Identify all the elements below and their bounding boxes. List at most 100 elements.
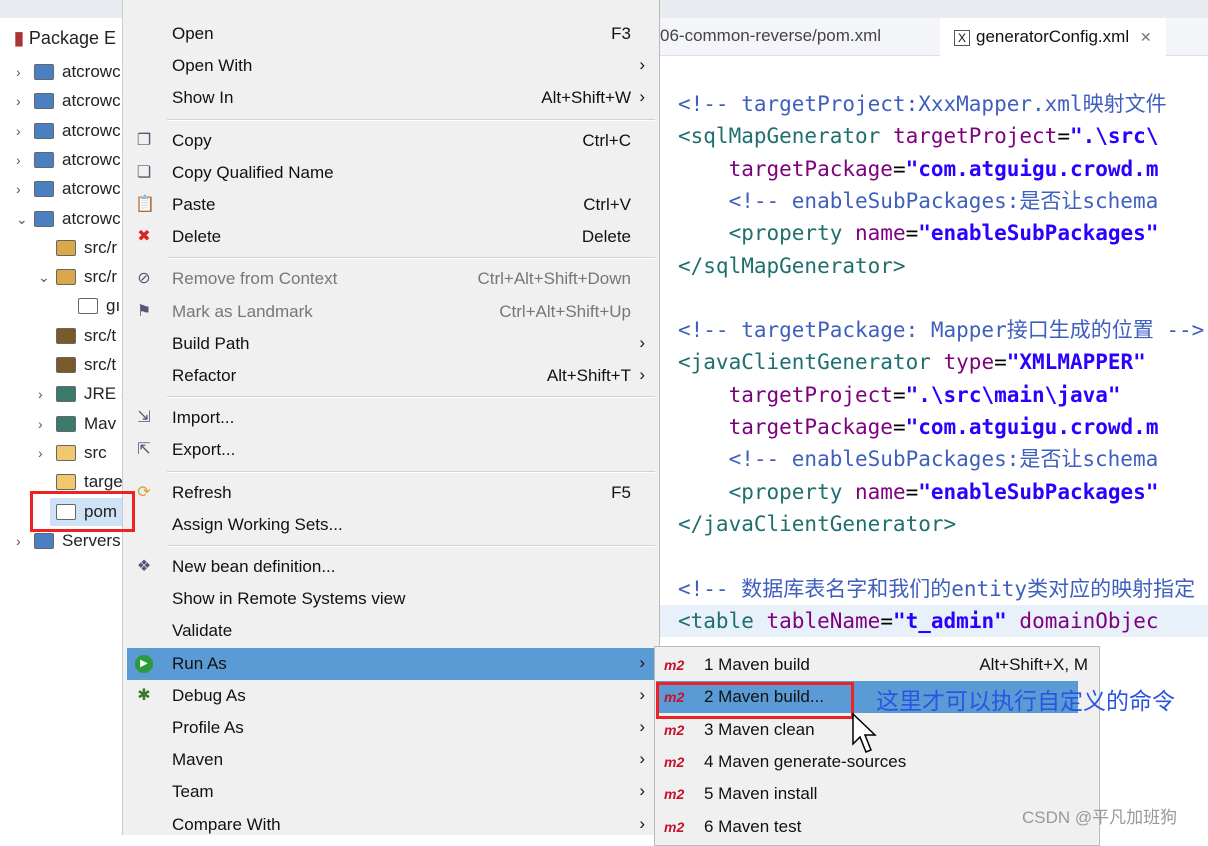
menu-item-show-in[interactable]: Show In Alt+Shift+W › (127, 82, 657, 114)
menu-item-shortcut: Ctrl+Alt+Shift+Up (499, 301, 631, 321)
code-token: </sqlMapGenerator> (678, 253, 906, 278)
menu-item-maven[interactable]: Maven › (127, 744, 657, 776)
tree-item-label: atcrowc (62, 91, 121, 111)
test-folder-icon (56, 357, 76, 373)
code-token: = (1057, 124, 1070, 149)
menu-item-team[interactable]: Team › (127, 776, 657, 808)
tree-item-label: src (84, 442, 107, 462)
code-token: "com.atguigu.crowd.m (905, 156, 1159, 181)
package-explorer-title[interactable]: ▮ Package E (14, 28, 116, 49)
chevron-icon[interactable]: › (38, 380, 43, 408)
chevron-icon[interactable]: › (38, 410, 43, 438)
code-token: tableName (766, 608, 881, 633)
code-token: name (855, 479, 906, 504)
code-line: targetPackage="com.atguigu.crowd.m (678, 411, 1159, 443)
menu-item-run-as[interactable]: ▶ Run As › (127, 647, 657, 680)
menu-separator (167, 396, 655, 399)
menu-item-label: New bean definition... (172, 557, 336, 576)
chevron-right-icon: › (639, 55, 645, 75)
import-icon: ⇲ (137, 409, 151, 427)
tab-generator-config[interactable]: XgeneratorConfig.xml ✕ (940, 18, 1166, 56)
menu-item-delete[interactable]: ✖ Delete Delete (127, 221, 657, 253)
chevron-icon[interactable]: › (16, 146, 21, 174)
code-token: <!-- targetProject:XxxMapper.xml映射文件 (678, 92, 1167, 116)
chevron-icon[interactable]: › (16, 87, 21, 115)
chevron-icon[interactable]: › (16, 175, 21, 203)
menu-item-paste[interactable]: 📋 Paste Ctrl+V (127, 189, 657, 221)
menu-item-mark-as-landmark[interactable]: ⚑ Mark as Landmark Ctrl+Alt+Shift+Up (127, 296, 657, 328)
maven-m2-icon: m2 (664, 721, 685, 738)
code-token: targetProject (892, 124, 1058, 149)
code-token: = (880, 608, 893, 633)
menu-item-label: Refactor (172, 366, 237, 385)
menu-item-copy-qualified-name[interactable]: ❏ Copy Qualified Name (127, 157, 657, 189)
code-line: <!-- targetProject:XxxMapper.xml映射文件 (678, 88, 1167, 120)
code-line: <property name="enableSubPackages" (678, 217, 1159, 249)
tree-item-label: src/r (84, 237, 118, 257)
close-tab-icon[interactable]: ✕ (1140, 29, 1152, 45)
chevron-right-icon: › (639, 781, 645, 801)
chevron-right-icon: › (639, 749, 645, 769)
tree-item-label: src/t (84, 355, 117, 374)
paste-icon: 📋 (135, 196, 155, 213)
menu-item-copy[interactable]: ❐ Copy Ctrl+C (127, 125, 657, 157)
menu-item-open[interactable]: Open F3 (127, 18, 657, 50)
code-token: <property (728, 479, 856, 504)
submenu-item-maven[interactable]: m2 1 Maven build Alt+Shift+X, M (656, 649, 1098, 681)
menu-item-label: Import... (172, 408, 235, 428)
menu-item-debug-as[interactable]: ✱ Debug As › (127, 680, 657, 712)
folder-icon (56, 444, 76, 461)
menu-separator (167, 470, 655, 473)
menu-item-label: Validate (172, 621, 233, 641)
menu-item-build-path[interactable]: Build Path › (127, 328, 657, 360)
chevron-icon[interactable]: › (16, 58, 21, 86)
chevron-right-icon: › (639, 717, 645, 736)
menu-item-import[interactable]: ⇲ Import... (127, 402, 657, 434)
code-token: = (892, 382, 906, 407)
code-token: "t_admin" (892, 608, 1007, 633)
code-token: "enableSubPackages" (918, 221, 1159, 246)
chevron-icon[interactable]: › (16, 117, 21, 145)
code-token: targetProject (728, 382, 893, 407)
tree-item-label: atcrowc (62, 208, 121, 228)
menu-item-assign-working-sets[interactable]: Assign Working Sets... (127, 509, 657, 541)
tree-item-label: atcrowc (62, 120, 121, 140)
code-token: targetPackage (728, 156, 893, 181)
source-folder-icon (56, 239, 76, 256)
menu-item-show-in-remote-systems-view[interactable]: Show in Remote Systems view (127, 583, 657, 615)
menu-item-compare-with[interactable]: Compare With › (127, 809, 657, 841)
code-line: <!-- enableSubPackages:是否让schema (678, 443, 1159, 475)
menu-item-open-with[interactable]: Open With › (127, 50, 657, 82)
chevron-icon[interactable]: › (38, 439, 43, 467)
menu-item-profile-as[interactable]: Profile As › (127, 712, 657, 744)
tree-item-label: atcrowc (62, 62, 121, 81)
tree-item-label: atcrowc (62, 179, 121, 199)
menu-item-shortcut: Ctrl+V (583, 195, 631, 214)
code-line: <!-- enableSubPackages:是否让schema (678, 185, 1159, 217)
project-icon (34, 532, 54, 549)
menu-item-refactor[interactable]: Refactor Alt+Shift+T › (127, 360, 657, 392)
code-token: <!-- targetPackage: Mapper接口生成的位置 --> (678, 318, 1205, 343)
toolbar (0, 0, 123, 18)
menu-item-label: Mark as Landmark (172, 301, 313, 321)
maven-project-icon (34, 151, 54, 168)
menu-item-label: Copy Qualified Name (172, 162, 334, 182)
menu-item-validate[interactable]: Validate (127, 615, 657, 647)
chevron-icon[interactable]: › (16, 527, 21, 555)
tree-item-label: atcrowc (62, 149, 121, 169)
chevron-icon[interactable]: ⌄ (16, 205, 28, 233)
tab-pom-xml[interactable]: 06-common-reverse/pom.xml (660, 26, 881, 46)
tree-item-label: src/r (84, 267, 118, 287)
menu-separator (167, 257, 655, 260)
menu-item-refresh[interactable]: ⟳ Refresh F5 (127, 477, 657, 509)
xml-file-icon: X (954, 30, 971, 46)
annotation-box-maven-build (656, 682, 854, 719)
chevron-icon[interactable]: ⌄ (38, 263, 50, 291)
menu-item-remove-from-context[interactable]: ⊘ Remove from Context Ctrl+Alt+Shift+Down (127, 263, 657, 295)
menu-item-new-bean-definition[interactable]: ❖ New bean definition... (127, 551, 657, 583)
folder-icon (56, 474, 76, 491)
tree-item-label: gı (106, 296, 121, 316)
menu-item-export[interactable]: ⇱ Export... (127, 434, 657, 466)
package-explorer: ▮ Package E › atcrowc › atcrowc › atcrowc › atc… (0, 0, 132, 835)
